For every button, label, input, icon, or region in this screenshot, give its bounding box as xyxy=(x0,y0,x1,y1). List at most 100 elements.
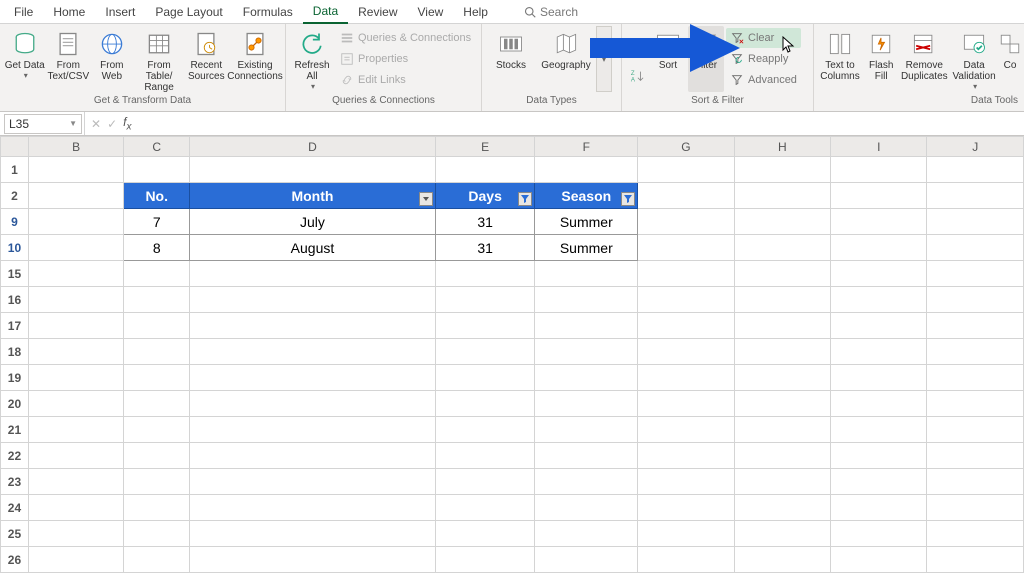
cell[interactable] xyxy=(734,261,830,287)
cell[interactable] xyxy=(831,521,927,547)
cell[interactable] xyxy=(734,443,830,469)
cell[interactable] xyxy=(124,287,190,313)
tab-review[interactable]: Review xyxy=(348,1,407,23)
cell[interactable] xyxy=(638,209,734,235)
cell[interactable] xyxy=(927,339,1024,365)
cell[interactable] xyxy=(28,391,123,417)
cell[interactable] xyxy=(535,547,638,573)
tab-view[interactable]: View xyxy=(408,1,454,23)
cell[interactable] xyxy=(28,547,123,573)
cell[interactable] xyxy=(435,443,535,469)
cell[interactable] xyxy=(190,495,436,521)
tab-formulas[interactable]: Formulas xyxy=(233,1,303,23)
cell[interactable] xyxy=(638,443,734,469)
flash-fill-button[interactable]: Flash Fill xyxy=(864,26,898,92)
row-header-20[interactable]: 20 xyxy=(1,391,29,417)
cell[interactable] xyxy=(190,443,436,469)
formula-input[interactable] xyxy=(137,114,1024,134)
filter-dropdown-days[interactable] xyxy=(518,192,532,206)
cell[interactable] xyxy=(638,261,734,287)
cell[interactable] xyxy=(831,313,927,339)
row-header-10[interactable]: 10 xyxy=(1,235,29,261)
stocks-button[interactable]: Stocks xyxy=(486,26,536,92)
row-header-21[interactable]: 21 xyxy=(1,417,29,443)
cell[interactable] xyxy=(190,339,436,365)
cell[interactable] xyxy=(435,469,535,495)
row-header-18[interactable]: 18 xyxy=(1,339,29,365)
cell[interactable] xyxy=(435,339,535,365)
cell[interactable] xyxy=(638,313,734,339)
get-data-button[interactable]: Get Data xyxy=(4,26,45,92)
cell[interactable] xyxy=(28,417,123,443)
sort-az-button[interactable]: AZ xyxy=(626,36,648,62)
sort-za-button[interactable]: ZA xyxy=(626,63,648,89)
cell[interactable] xyxy=(28,183,123,209)
tab-help[interactable]: Help xyxy=(453,1,498,23)
tell-me-search[interactable]: Search xyxy=(514,5,578,19)
cell[interactable] xyxy=(124,157,190,183)
row-header-16[interactable]: 16 xyxy=(1,287,29,313)
data-types-expand[interactable]: ▾ xyxy=(596,26,612,92)
cell[interactable] xyxy=(435,495,535,521)
geography-button[interactable]: Geography xyxy=(538,26,594,92)
existing-connections-button[interactable]: Existing Connections xyxy=(229,26,281,92)
cell[interactable] xyxy=(535,261,638,287)
cell[interactable] xyxy=(124,443,190,469)
cell[interactable] xyxy=(831,417,927,443)
properties-button[interactable]: Properties xyxy=(336,49,475,69)
cell[interactable] xyxy=(734,547,830,573)
cell[interactable] xyxy=(927,417,1024,443)
remove-duplicates-button[interactable]: Remove Duplicates xyxy=(900,26,948,92)
cell[interactable]: No. xyxy=(124,183,190,209)
cell[interactable] xyxy=(927,391,1024,417)
col-header-E[interactable]: E xyxy=(435,137,535,157)
cell[interactable] xyxy=(734,339,830,365)
cell[interactable] xyxy=(190,287,436,313)
cell[interactable] xyxy=(831,391,927,417)
cell[interactable] xyxy=(190,547,436,573)
cell[interactable] xyxy=(831,157,927,183)
cell[interactable] xyxy=(638,365,734,391)
row-header-23[interactable]: 23 xyxy=(1,469,29,495)
cell[interactable] xyxy=(28,313,123,339)
tab-page-layout[interactable]: Page Layout xyxy=(145,1,232,23)
cell[interactable] xyxy=(734,521,830,547)
cell[interactable] xyxy=(734,469,830,495)
cell[interactable] xyxy=(734,365,830,391)
cell[interactable] xyxy=(927,469,1024,495)
refresh-all-button[interactable]: Refresh All xyxy=(290,26,334,92)
cell[interactable] xyxy=(927,521,1024,547)
cell[interactable] xyxy=(190,469,436,495)
cell[interactable]: July xyxy=(190,209,436,235)
cell[interactable] xyxy=(734,287,830,313)
cell[interactable] xyxy=(435,287,535,313)
cell[interactable] xyxy=(831,261,927,287)
cell[interactable]: 31 xyxy=(435,235,535,261)
cell[interactable] xyxy=(831,365,927,391)
tab-insert[interactable]: Insert xyxy=(95,1,145,23)
cell[interactable] xyxy=(190,391,436,417)
cell[interactable] xyxy=(638,339,734,365)
col-header-J[interactable]: J xyxy=(927,137,1024,157)
cell[interactable] xyxy=(124,417,190,443)
cell[interactable]: Days xyxy=(435,183,535,209)
cell[interactable] xyxy=(638,469,734,495)
cell[interactable] xyxy=(190,157,436,183)
cell[interactable] xyxy=(28,287,123,313)
cell[interactable] xyxy=(831,547,927,573)
col-header-G[interactable]: G xyxy=(638,137,734,157)
cell[interactable] xyxy=(124,313,190,339)
col-header-B[interactable]: B xyxy=(28,137,123,157)
col-header-D[interactable]: D xyxy=(190,137,436,157)
cell[interactable] xyxy=(831,183,927,209)
cell[interactable] xyxy=(734,183,830,209)
cell[interactable] xyxy=(734,417,830,443)
cell[interactable] xyxy=(638,391,734,417)
row-header-26[interactable]: 26 xyxy=(1,547,29,573)
consolidate-button[interactable]: Co xyxy=(1000,26,1020,92)
cell[interactable] xyxy=(28,495,123,521)
cell[interactable] xyxy=(831,495,927,521)
cell[interactable] xyxy=(124,521,190,547)
cell[interactable] xyxy=(734,391,830,417)
row-header-2[interactable]: 2 xyxy=(1,183,29,209)
